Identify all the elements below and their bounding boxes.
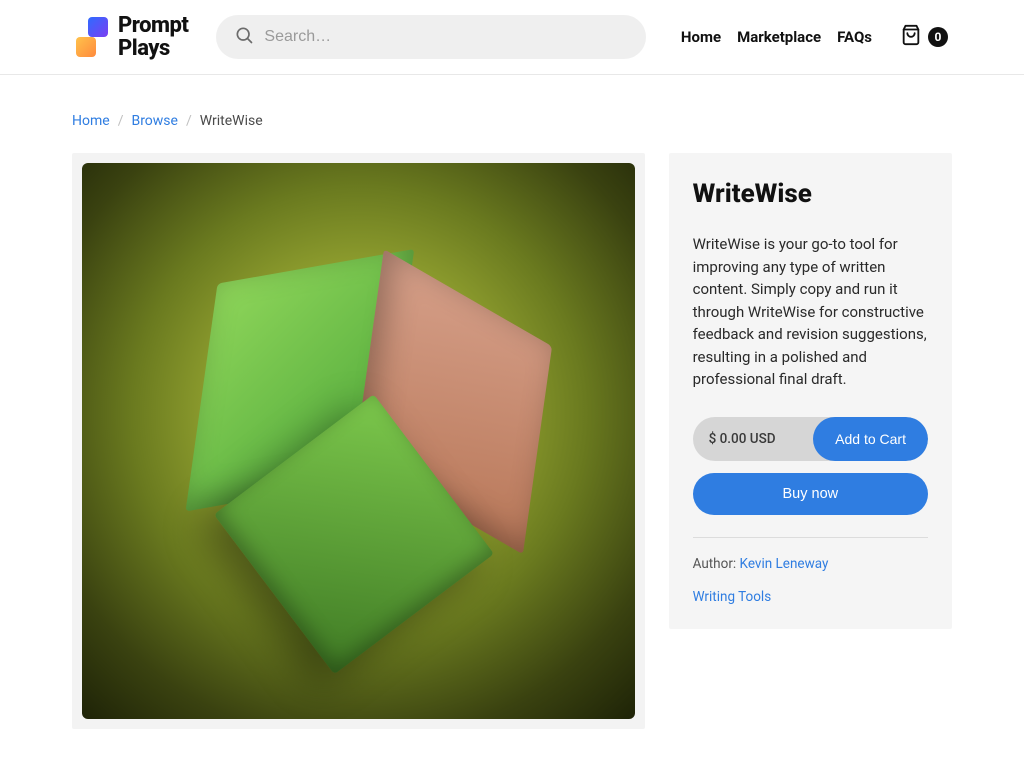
product-image[interactable] <box>82 163 635 719</box>
search-icon <box>234 25 254 49</box>
buy-now-button[interactable]: Buy now <box>693 473 928 515</box>
breadcrumb-home[interactable]: Home <box>72 113 110 129</box>
logo-icon <box>76 17 108 57</box>
breadcrumb-sep-icon: / <box>118 113 124 129</box>
divider <box>693 537 928 538</box>
breadcrumb: Home / Browse / WriteWise <box>72 113 952 129</box>
nav-faqs[interactable]: FAQs <box>837 28 872 46</box>
cart-count: 0 <box>928 27 948 47</box>
search-input[interactable] <box>264 28 628 46</box>
search-bar[interactable] <box>216 15 646 59</box>
cart-icon <box>900 24 922 50</box>
breadcrumb-current: WriteWise <box>200 113 263 129</box>
author-link[interactable]: Kevin Leneway <box>740 556 829 572</box>
category-link[interactable]: Writing Tools <box>693 589 772 605</box>
breadcrumb-browse[interactable]: Browse <box>131 113 177 129</box>
author-label: Author: <box>693 556 737 572</box>
nav-marketplace[interactable]: Marketplace <box>737 28 821 46</box>
price-row: $ 0.00 USD Add to Cart <box>693 417 928 461</box>
product-title: WriteWise <box>693 179 928 209</box>
product-price: $ 0.00 USD <box>693 417 814 461</box>
product-image-panel <box>72 153 645 729</box>
nav-home[interactable]: Home <box>681 28 721 46</box>
author-row: Author: Kevin Leneway <box>693 556 928 572</box>
cart-button[interactable]: 0 <box>900 24 948 50</box>
breadcrumb-sep-icon: / <box>186 113 192 129</box>
primary-nav: Home Marketplace FAQs 0 <box>681 24 948 50</box>
header: Prompt Plays Home Marketplace FAQs <box>0 0 1024 75</box>
logo-text: Prompt Plays <box>118 14 188 60</box>
logo[interactable]: Prompt Plays <box>76 14 188 60</box>
product-description: WriteWise is your go-to tool for improvi… <box>693 233 928 391</box>
product-details: WriteWise WriteWise is your go-to tool f… <box>669 153 952 629</box>
add-to-cart-button[interactable]: Add to Cart <box>813 417 928 461</box>
